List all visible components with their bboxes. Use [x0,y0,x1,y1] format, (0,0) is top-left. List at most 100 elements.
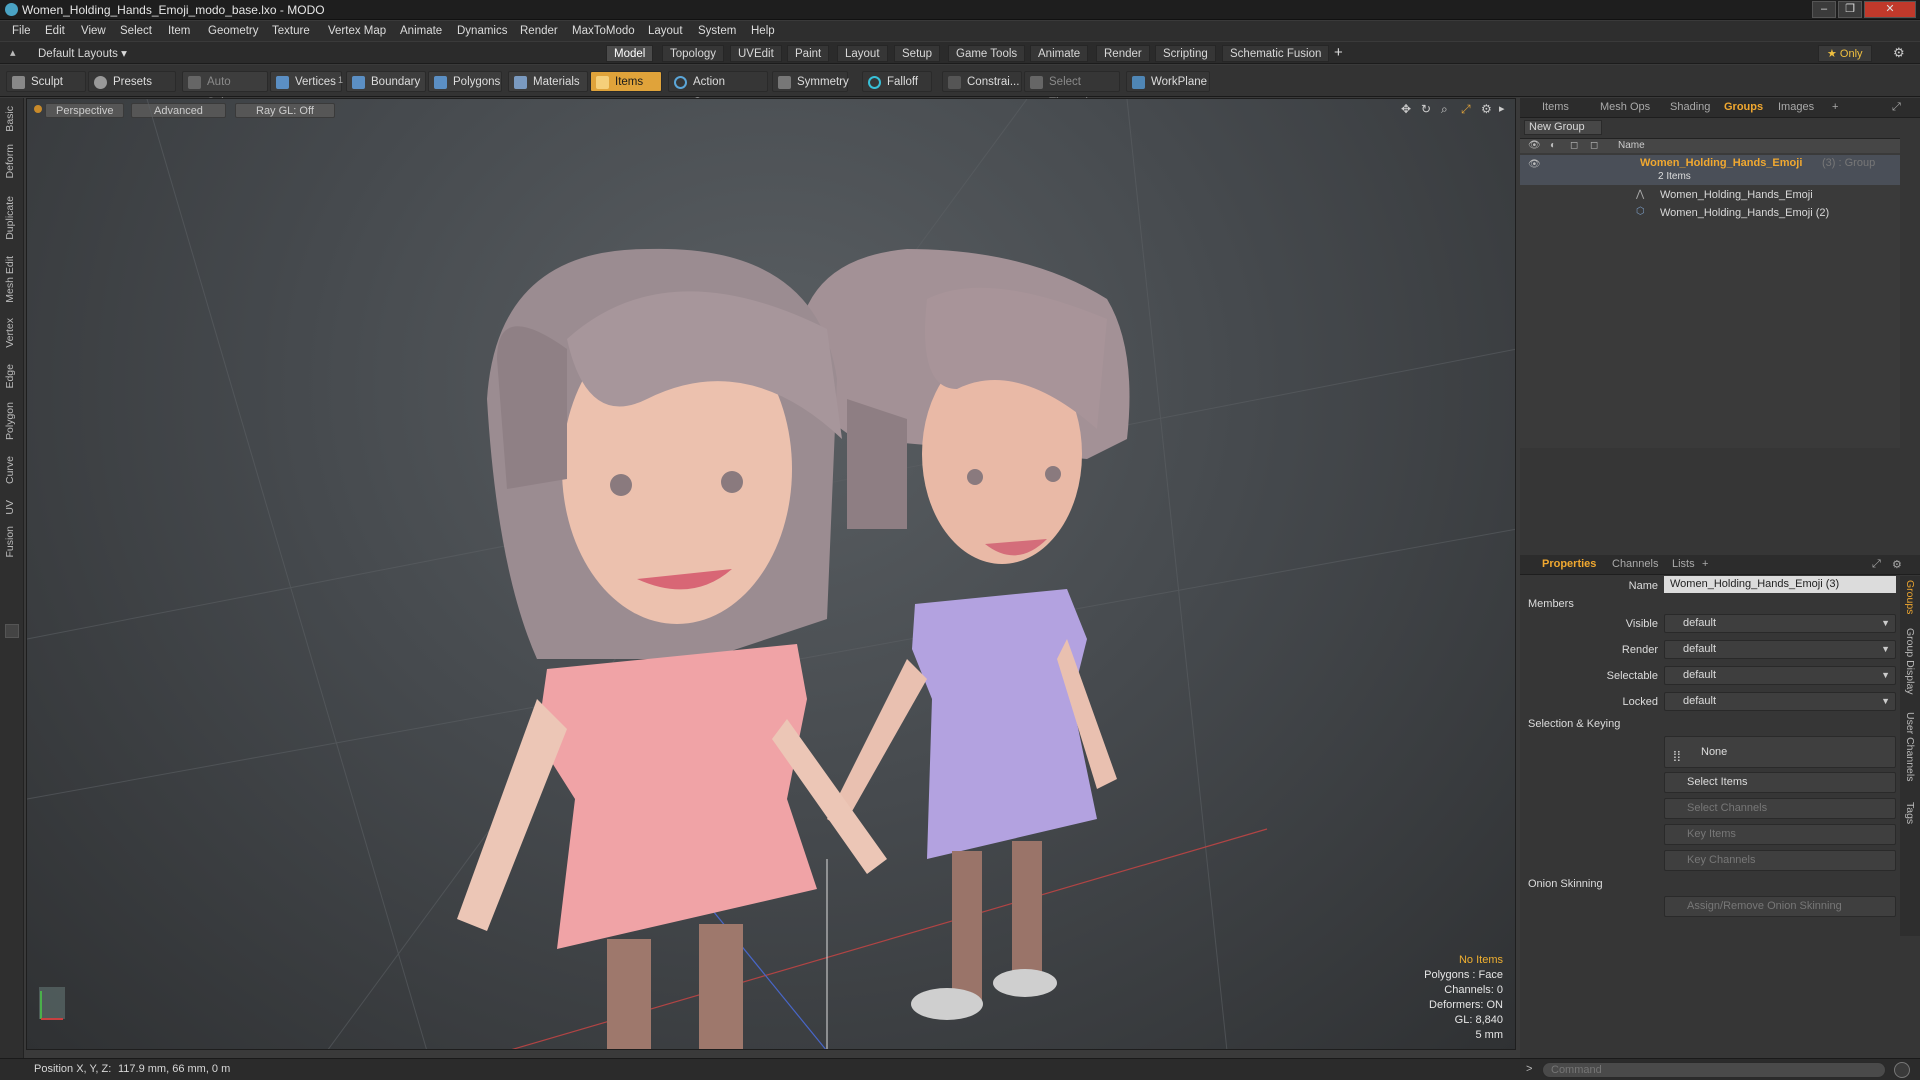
only-toggle[interactable]: ★ Only [1818,45,1872,62]
menu-render[interactable]: Render [520,25,558,37]
menu-layout[interactable]: Layout [648,25,683,37]
workplane-button[interactable]: WorkPlane [1126,71,1210,92]
select-items-button[interactable]: Select Items [1664,772,1896,793]
menu-dynamics[interactable]: Dynamics [457,25,507,37]
tab-schematic-fusion[interactable]: Schematic Fusion [1222,45,1330,62]
constraints-button[interactable]: Constrai... [942,71,1022,92]
expand-panel-icon[interactable]: ⤢ [1892,101,1901,114]
polygons-button[interactable]: Polygons [428,71,502,92]
onion-skinning-section-header[interactable]: Onion Skinning [1528,878,1603,890]
tab-topology[interactable]: Topology [662,45,725,62]
tab-edge[interactable]: Edge [4,364,16,389]
minimize-button[interactable]: – [1812,1,1836,18]
add-tab-icon[interactable]: + [1832,101,1838,113]
tab-images[interactable]: Images [1778,101,1814,113]
tab-groups[interactable]: Groups [1724,101,1763,113]
list-item[interactable]: ⋀ Women_Holding_Hands_Emoji [1520,187,1900,204]
tab-uvedit[interactable]: UVEdit [730,45,782,62]
tab-shading[interactable]: Shading [1670,101,1710,113]
tab-uv[interactable]: UV [4,500,16,515]
layout-menu-icon[interactable]: ▴ [10,46,16,59]
sculpt-button[interactable]: Sculpt [6,71,86,92]
tab-model[interactable]: Model [606,45,654,62]
command-history-button[interactable] [1894,1062,1910,1078]
symmetry-button[interactable]: Symmetry [772,71,849,92]
side-tab-groups[interactable]: Groups [1904,580,1916,614]
group-row[interactable]: 👁 Women_Holding_Hands_Emoji (3) : Group … [1520,155,1900,185]
side-tab-group-display[interactable]: Group Display [1904,628,1916,695]
tab-polygon[interactable]: Polygon [4,402,16,440]
auto-select-button[interactable]: Auto Select [182,71,268,109]
tab-animate[interactable]: Animate [1030,45,1089,62]
assign-onion-skinning-button[interactable]: Assign/Remove Onion Skinning [1664,896,1896,917]
side-tab-user-channels[interactable]: User Channels [1904,712,1916,781]
vertices-button[interactable]: Vertices [270,71,342,92]
selection-set-none[interactable]: ⁞⁞ None [1664,736,1896,768]
materials-button[interactable]: Materials [508,71,588,92]
tab-properties[interactable]: Properties [1542,558,1596,570]
action-center-button[interactable]: Action Center [668,71,768,109]
falloff-button[interactable]: Falloff [862,71,932,92]
locked-dropdown[interactable]: default ▼ [1664,692,1896,711]
tab-curve[interactable]: Curve [4,456,16,484]
tab-scripting[interactable]: Scripting [1155,45,1216,62]
menu-texture[interactable]: Texture [272,25,310,37]
visible-dropdown[interactable]: default ▼ [1664,614,1896,633]
side-tab-tags[interactable]: Tags [1904,802,1916,824]
gear-icon[interactable]: ⚙ [1893,45,1905,61]
expand-toolbox-button[interactable] [5,624,19,638]
menu-file[interactable]: File [12,25,31,37]
boundary-button[interactable]: Boundary [346,71,426,92]
name-field[interactable]: Women_Holding_Hands_Emoji (3) [1664,576,1896,593]
tab-render[interactable]: Render [1096,45,1150,62]
menu-animate[interactable]: Animate [400,25,442,37]
render-dropdown[interactable]: default ▼ [1664,640,1896,659]
layout-dropdown[interactable]: Default Layouts ▾ [38,46,127,60]
menu-view[interactable]: View [81,25,106,37]
items-button[interactable]: Items [590,71,662,92]
close-button[interactable]: ✕ [1864,1,1916,18]
new-group-button[interactable]: New Group [1524,120,1602,135]
menu-system[interactable]: System [698,25,736,37]
key-items-button[interactable]: Key Items [1664,824,1896,845]
tab-duplicate[interactable]: Duplicate [4,196,16,240]
list-item[interactable]: ⬡ Women_Holding_Hands_Emoji (2) [1520,205,1900,222]
woman-figure-right[interactable] [797,249,1130,1020]
tab-game-tools[interactable]: Game Tools [948,45,1026,62]
maximize-button[interactable]: ❐ [1838,1,1862,18]
select-channels-button[interactable]: Select Channels [1664,798,1896,819]
members-section-header[interactable]: Members [1528,598,1574,610]
woman-figure-left[interactable] [457,248,887,1050]
tab-paint[interactable]: Paint [787,45,830,62]
presets-button[interactable]: Presets [88,71,176,92]
tab-vertex[interactable]: Vertex [4,318,16,348]
tab-layout[interactable]: Layout [837,45,888,62]
menu-geometry[interactable]: Geometry [208,25,259,37]
expand-panel-icon[interactable]: ⤢ [1872,558,1881,571]
gear-icon[interactable]: ⚙ [1892,558,1902,571]
eye-icon[interactable]: 👁 [1528,159,1541,170]
select-through-button[interactable]: Select Through [1024,71,1120,109]
tab-channels[interactable]: Channels [1612,558,1658,570]
menu-edit[interactable]: Edit [45,25,65,37]
tab-fusion[interactable]: Fusion [4,526,16,558]
tab-deform[interactable]: Deform [4,144,16,178]
tab-items[interactable]: Items [1542,101,1569,113]
tab-mesh-edit[interactable]: Mesh Edit [4,256,16,303]
command-input[interactable] [1542,1062,1886,1078]
add-layout-tab-button[interactable]: + [1334,44,1343,61]
add-tab-icon[interactable]: + [1702,558,1708,570]
key-channels-button[interactable]: Key Channels [1664,850,1896,871]
3d-viewport[interactable]: Perspective Advanced Ray GL: Off ✥ ↻ ⌕ ⤢… [26,98,1516,1050]
tab-basic[interactable]: Basic [4,106,16,132]
tab-setup[interactable]: Setup [894,45,941,62]
tab-mesh-ops[interactable]: Mesh Ops [1600,101,1650,113]
menu-vertex-map[interactable]: Vertex Map [328,25,386,37]
menu-item[interactable]: Item [168,25,190,37]
menu-help[interactable]: Help [751,25,775,37]
menu-maxtomodo[interactable]: MaxToModo [572,25,635,37]
selectable-dropdown[interactable]: default ▼ [1664,666,1896,685]
selection-keying-section-header[interactable]: Selection & Keying [1528,718,1620,730]
menu-select[interactable]: Select [120,25,152,37]
tab-lists[interactable]: Lists [1672,558,1695,570]
